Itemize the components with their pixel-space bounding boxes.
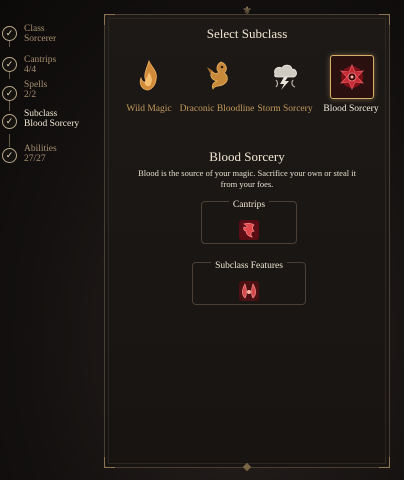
subclass-features-box: Subclass Features <box>192 261 306 305</box>
flame-icon <box>128 55 170 97</box>
bottom-ornament <box>242 462 252 472</box>
step-label: Cantrips <box>24 55 57 65</box>
blood-feature-icon[interactable] <box>238 280 260 302</box>
check-icon: ✓ <box>2 26 17 41</box>
step-abilities[interactable]: ✓ Abilities 27/27 <box>0 144 100 184</box>
check-icon: ✓ <box>2 57 17 72</box>
step-value: Blood Sorcery <box>24 119 80 129</box>
check-icon: ✓ <box>2 114 17 129</box>
step-label: Spells <box>24 80 48 90</box>
cantrips-box: Cantrips <box>201 200 297 244</box>
step-label: Subclass <box>24 109 58 119</box>
corner-ornament <box>104 14 115 25</box>
corner-ornament <box>379 457 390 468</box>
step-value: 2/2 <box>24 90 37 100</box>
subclass-panel: ⚜ Select Subclass Wild Magic Draconic Bl… <box>104 4 390 472</box>
dragon-icon <box>196 55 238 97</box>
option-label: Draconic Bloodline <box>179 104 255 114</box>
step-subclass[interactable]: ✓ Subclass Blood Sorcery <box>0 109 100 149</box>
step-value: 4/4 <box>24 65 37 75</box>
option-label: Storm Sorcery <box>257 104 313 114</box>
subclass-options: Wild Magic Draconic Bloodline Storm Sorc… <box>115 53 381 145</box>
blood-cantrip-icon[interactable] <box>238 219 260 241</box>
box-header: Subclass Features <box>193 261 305 271</box>
panel-title: Select Subclass <box>206 26 288 41</box>
blood-rune-icon <box>330 55 374 99</box>
box-header: Cantrips <box>202 200 296 210</box>
step-value: 27/27 <box>24 154 46 164</box>
emblem-icon: ⚜ <box>242 4 252 17</box>
check-icon: ✓ <box>2 86 17 101</box>
check-icon: ✓ <box>2 148 17 163</box>
box-title: Subclass Features <box>211 261 287 271</box>
option-label: Wild Magic <box>126 104 172 114</box>
step-value: Sorcerer <box>24 34 57 44</box>
corner-ornament <box>379 14 390 25</box>
detail-title: Blood Sorcery <box>209 149 285 164</box>
box-title: Cantrips <box>228 200 270 210</box>
step-label: Class <box>24 24 45 34</box>
corner-ornament <box>104 457 115 468</box>
storm-icon <box>264 55 306 97</box>
option-label: Blood Sorcery <box>323 104 379 114</box>
step-label: Abilities <box>24 144 57 154</box>
detail-description: Blood is the source of your magic. Sacri… <box>138 168 356 189</box>
